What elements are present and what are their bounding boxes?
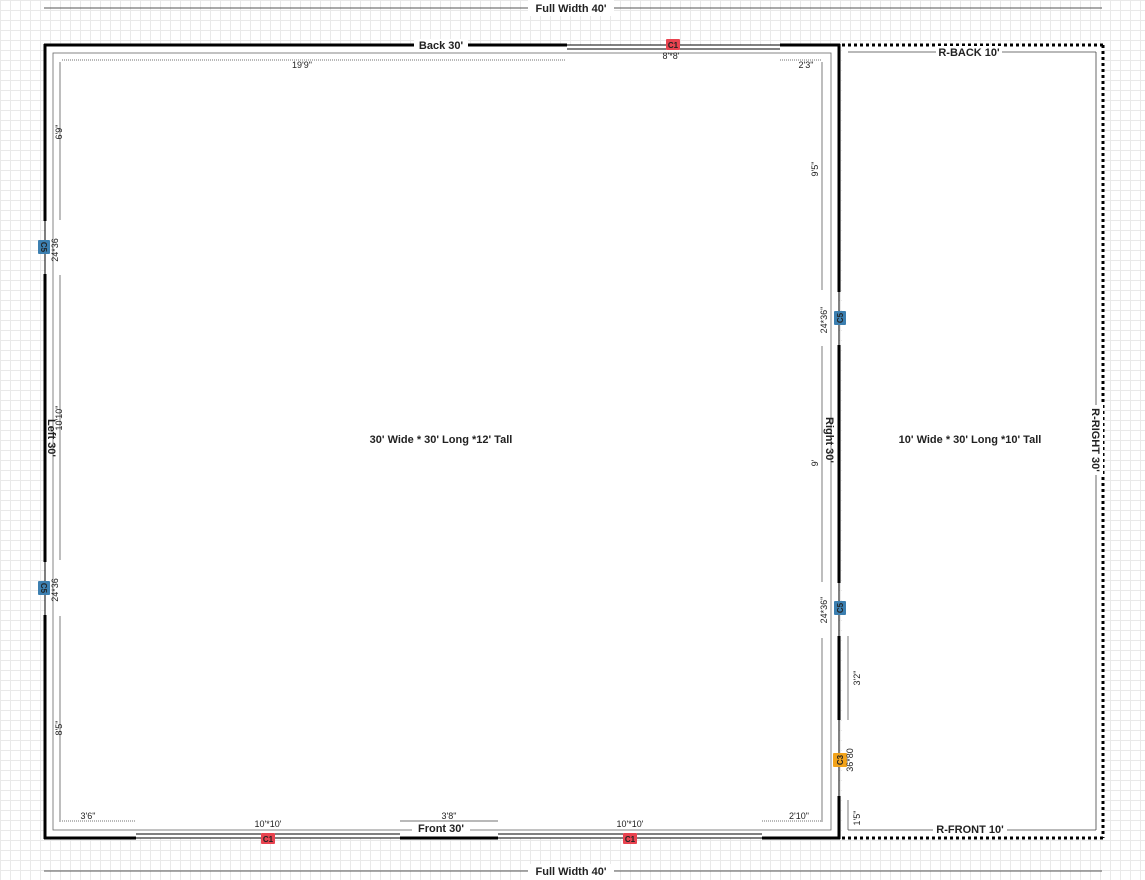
walk-door-size: 36*80 [845,748,855,772]
left-window-upper-tag-label: C5 [39,242,48,253]
full-width-label-bottom: Full Width 40' [536,866,607,878]
dim-left-mid: 10'10" [54,406,64,431]
back-wall-label: Back 30' [419,40,464,52]
dim-left-top: 6'9" [54,125,64,140]
right-wall-label: Right 30' [823,417,835,463]
leanto-right-wall-label: R-RIGHT 30' [1089,408,1101,472]
dim-back-left: 19'9" [292,60,312,70]
dim-front-left: 3'6" [81,811,96,821]
dim-back-right: 2'3" [799,60,814,70]
right-window-upper-tag-label: C5 [836,312,845,323]
right-window-lower-tag-label: C5 [836,602,845,613]
main-building-title: 30' Wide * 30' Long *12' Tall [370,434,513,446]
dim-right-top: 9'5" [810,162,820,177]
left-window-lower-size: 24*36 [50,578,60,602]
leanto-back-wall-label: R-BACK 10' [938,47,1000,59]
back-door-tag-label: C1 [668,41,679,50]
main-building[interactable]: Back 30' Front 30' Left 30' Right 30' 30… [43,39,841,840]
walk-door-tag-label: C3 [836,754,845,765]
dim-right-bottom: 1'5" [852,811,862,826]
leanto-front-wall-label: R-FRONT 10' [936,824,1004,836]
dim-front-right: 2'10" [789,811,809,821]
left-window-lower-tag-label: C5 [39,583,48,594]
dim-left-bottom: 8'5" [54,721,64,736]
dim-right-low: 3'2" [852,671,862,686]
dim-right-mid: 9' [810,459,820,466]
back-door-size: 8'*8' [663,51,680,61]
front-door-left-tag-label: C1 [263,835,274,844]
full-width-label-top: Full Width 40' [536,3,607,15]
leanto-title: 10' Wide * 30' Long *10' Tall [899,434,1042,446]
front-door-right-tag-label: C1 [625,835,636,844]
floor-plan: Full Width 40' Full Width 40' Back 30' F… [38,0,1105,880]
front-door-right-size: 10'*10' [617,819,644,829]
front-door-left-size: 10'*10' [255,819,282,829]
left-window-upper-size: 24*36 [50,238,60,262]
dim-front-mid: 3'8" [442,811,457,821]
front-wall-label: Front 30' [418,823,464,835]
full-width-dimension-top: Full Width 40' [44,0,1102,16]
leanto-building[interactable]: R-BACK 10' R-FRONT 10' R-RIGHT 30' 10' W… [842,43,1105,840]
right-window-lower-size: 24*36" [819,597,829,624]
full-width-dimension-bottom: Full Width 40' [44,864,1102,880]
right-window-upper-size: 24*36" [819,307,829,334]
